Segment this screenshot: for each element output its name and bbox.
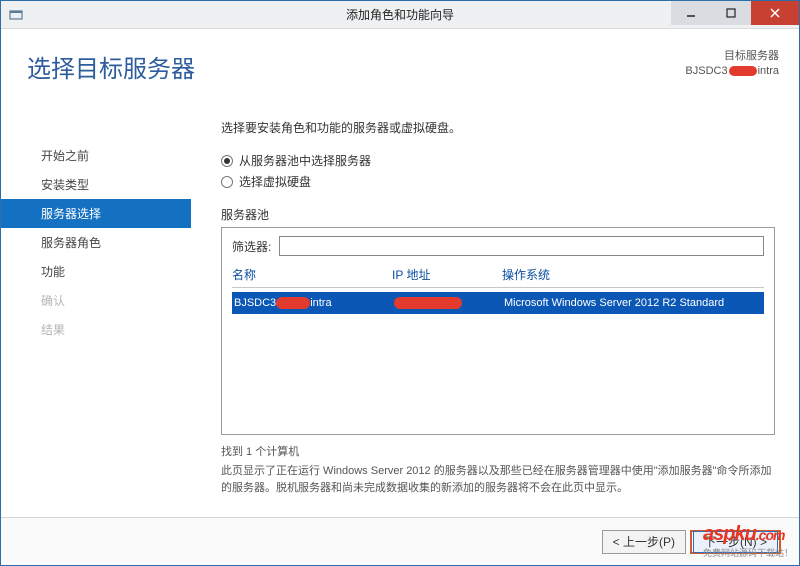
- sidebar-item-features[interactable]: 功能: [1, 257, 191, 286]
- footer: < 上一步(P) 下一步(N) > 安装(I) 取消: [1, 517, 799, 565]
- redacted-icon: [394, 297, 462, 309]
- instruction-text: 选择要安装角色和功能的服务器或虚拟硬盘。: [221, 119, 775, 136]
- target-server-name: BJSDC3intra: [685, 64, 779, 79]
- app-icon: [7, 6, 25, 24]
- maximize-button[interactable]: [711, 1, 751, 25]
- filter-input[interactable]: [279, 236, 764, 256]
- sidebar: 开始之前 安装类型 服务器选择 服务器角色 功能 确认 结果: [1, 119, 191, 515]
- radio-from-pool[interactable]: 从服务器池中选择服务器: [221, 152, 775, 169]
- found-count: 找到 1 个计算机: [221, 443, 775, 459]
- col-ip-header[interactable]: IP 地址: [392, 266, 502, 283]
- filter-row: 筛选器:: [232, 236, 764, 256]
- cell-ip: [392, 297, 502, 309]
- redacted-icon: [276, 297, 310, 309]
- server-row[interactable]: BJSDC3intra Microsoft Windows Server 201…: [232, 292, 764, 314]
- pool-label: 服务器池: [221, 206, 775, 223]
- description-text: 此页显示了正在运行 Windows Server 2012 的服务器以及那些已经…: [221, 463, 775, 496]
- target-info: 目标服务器 BJSDC3intra: [685, 49, 779, 84]
- sidebar-item-before-you-begin[interactable]: 开始之前: [1, 141, 191, 170]
- sidebar-item-results: 结果: [1, 315, 191, 344]
- redacted-icon: [729, 66, 757, 76]
- col-name-header[interactable]: 名称: [232, 266, 392, 283]
- main-panel: 选择要安装角色和功能的服务器或虚拟硬盘。 从服务器池中选择服务器 选择虚拟硬盘 …: [191, 119, 799, 515]
- close-button[interactable]: [751, 1, 799, 25]
- radio-icon: [221, 155, 233, 167]
- radio-icon: [221, 176, 233, 188]
- radio-label: 从服务器池中选择服务器: [239, 152, 371, 169]
- page-title: 选择目标服务器: [27, 49, 195, 84]
- header-row: 选择目标服务器 目标服务器 BJSDC3intra: [1, 29, 799, 94]
- sidebar-item-installation-type[interactable]: 安装类型: [1, 170, 191, 199]
- server-pool-box: 筛选器: 名称 IP 地址 操作系统 BJSDC3intra: [221, 227, 775, 435]
- cell-os: Microsoft Windows Server 2012 R2 Standar…: [502, 297, 764, 309]
- window-buttons: [671, 1, 799, 25]
- col-os-header[interactable]: 操作系统: [502, 266, 764, 283]
- content: 选择目标服务器 目标服务器 BJSDC3intra 开始之前 安装类型 服务器选…: [1, 29, 799, 565]
- sidebar-item-server-roles[interactable]: 服务器角色: [1, 228, 191, 257]
- filter-label: 筛选器:: [232, 238, 271, 255]
- cancel-button[interactable]: 取消: [695, 529, 779, 553]
- grid-empty-space: [232, 314, 764, 424]
- radio-vhd[interactable]: 选择虚拟硬盘: [221, 173, 775, 190]
- target-label: 目标服务器: [685, 49, 779, 64]
- body: 开始之前 安装类型 服务器选择 服务器角色 功能 确认 结果 选择要安装角色和功…: [1, 119, 799, 515]
- minimize-button[interactable]: [671, 1, 711, 25]
- titlebar: 添加角色和功能向导: [1, 1, 799, 29]
- wizard-window: 添加角色和功能向导 选择目标服务器 目标服务器 BJSDC3intra: [0, 0, 800, 566]
- grid-header: 名称 IP 地址 操作系统: [232, 266, 764, 288]
- cell-name: BJSDC3intra: [232, 297, 392, 309]
- install-button: 安装(I): [607, 529, 691, 553]
- sidebar-item-server-selection[interactable]: 服务器选择: [1, 199, 191, 228]
- sidebar-item-confirmation: 确认: [1, 286, 191, 315]
- radio-label: 选择虚拟硬盘: [239, 173, 311, 190]
